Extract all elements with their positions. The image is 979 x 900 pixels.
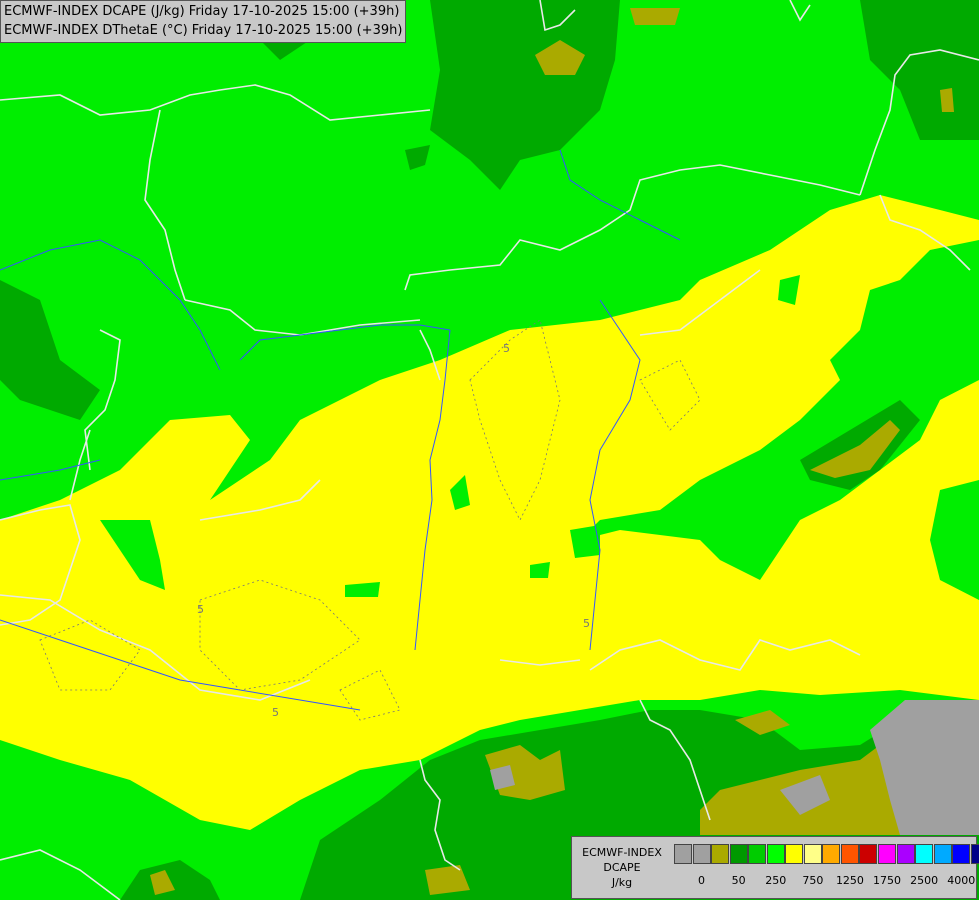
color-legend: ECMWF-INDEX DCAPE J/kg 0 50 250 750 1250 1750… <box>571 836 979 899</box>
contour-label: 5 <box>583 617 590 630</box>
legend-tick-label: 2500 <box>910 874 939 887</box>
legend-variable: DCAPE <box>603 861 641 874</box>
legend-tick-label: 50 <box>731 874 746 887</box>
legend-swatch <box>803 844 822 864</box>
olive-region-ne <box>940 88 954 112</box>
legend-swatch <box>729 844 748 864</box>
legend-tick-label: 4000 <box>947 874 976 887</box>
olive-region-top <box>630 8 680 25</box>
contour-label: 5 <box>503 342 510 355</box>
legend-tick-label: 1250 <box>835 874 864 887</box>
legend-swatch <box>878 844 897 864</box>
legend-tick-label: 250 <box>765 874 787 887</box>
legend-swatch <box>970 844 979 864</box>
legend-swatches <box>674 844 979 864</box>
legend-swatch <box>952 844 971 864</box>
legend-swatch <box>785 844 804 864</box>
legend-swatch <box>674 844 692 864</box>
map-title-dthetae: ECMWF-INDEX DThetaE (°C) Friday 17-10-20… <box>4 23 403 38</box>
contour-label: 5 <box>272 706 279 719</box>
legend-swatch <box>840 844 859 864</box>
legend-swatch <box>896 844 915 864</box>
legend-tick-label: 750 <box>802 874 824 887</box>
legend-text: ECMWF-INDEX DCAPE J/kg <box>572 845 672 890</box>
legend-swatch <box>766 844 785 864</box>
legend-swatch <box>933 844 952 864</box>
legend-unit: J/kg <box>611 876 633 889</box>
legend-swatch <box>748 844 767 864</box>
map-title-dcape: ECMWF-INDEX DCAPE (J/kg) Friday 17-10-20… <box>4 4 400 19</box>
map-canvas: 5 5 5 5 <box>0 0 979 900</box>
legend-swatch <box>822 844 841 864</box>
weather-map: 5 5 5 5 <box>0 0 979 900</box>
legend-tick-label: 0 <box>698 874 706 887</box>
legend-swatch <box>692 844 711 864</box>
contour-label: 5 <box>197 603 204 616</box>
legend-swatch <box>711 844 730 864</box>
legend-swatch <box>915 844 934 864</box>
legend-tick-label: 1750 <box>873 874 902 887</box>
legend-swatch <box>859 844 878 864</box>
map-title-box: ECMWF-INDEX DCAPE (J/kg) Friday 17-10-20… <box>0 0 407 43</box>
legend-model: ECMWF-INDEX <box>582 846 662 859</box>
